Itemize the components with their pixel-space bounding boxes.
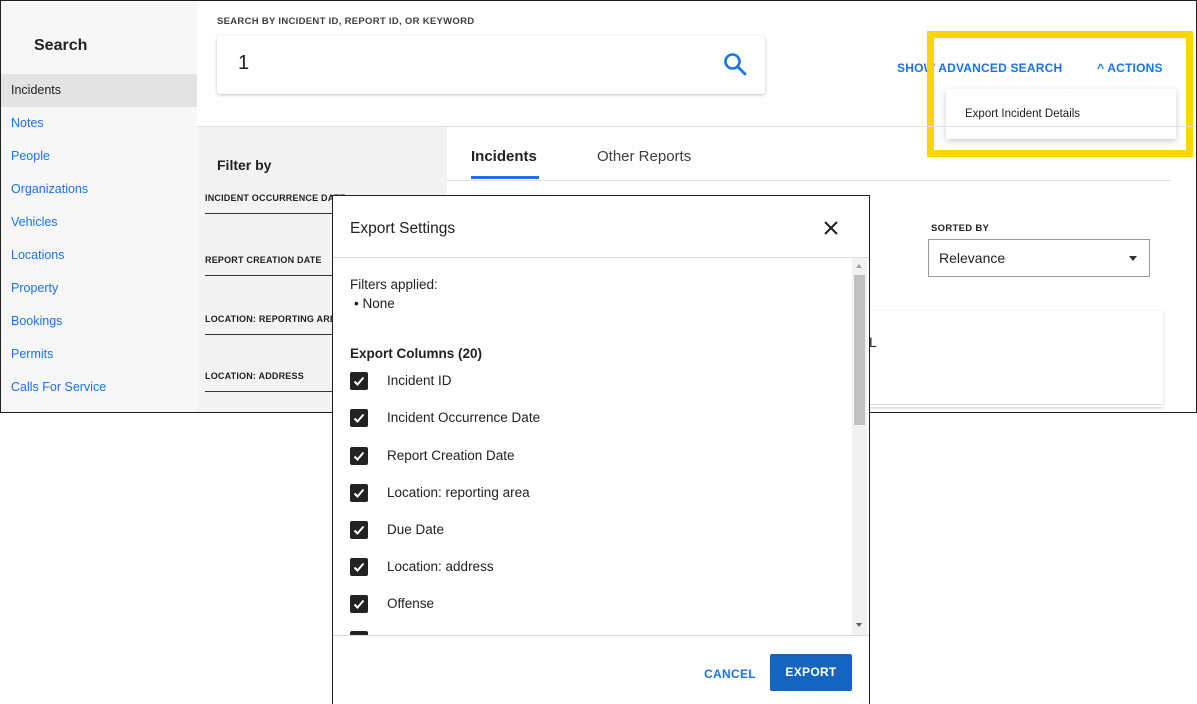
caret-down-icon — [1129, 256, 1137, 261]
search-icon[interactable] — [722, 51, 748, 77]
search-label: SEARCH BY INCIDENT ID, REPORT ID, OR KEY… — [217, 16, 475, 27]
dialog-scrollbar[interactable] — [852, 258, 867, 635]
filters-applied-value: • None — [354, 296, 395, 311]
result-card[interactable]: L — [856, 311, 1163, 407]
export-button[interactable]: EXPORT — [770, 654, 852, 691]
filter-incident-occurrence-date[interactable]: INCIDENT OCCURRENCE DATE — [205, 193, 346, 203]
checkbox-checked-icon[interactable] — [350, 558, 368, 576]
checkbox-checked-icon[interactable] — [350, 521, 368, 539]
close-icon[interactable] — [822, 219, 840, 237]
export-columns-label: Export Columns (20) — [350, 346, 483, 361]
result-card-text: L — [869, 334, 877, 350]
checkbox-checked-icon[interactable] — [350, 484, 368, 502]
filters-applied-label: Filters applied: — [350, 277, 438, 292]
checkbox-checked-icon[interactable] — [350, 447, 368, 465]
filter-divider — [205, 391, 335, 392]
tab-incidents[interactable]: Incidents — [471, 148, 537, 165]
scroll-down-icon[interactable] — [856, 623, 862, 627]
search-input-value[interactable]: 1 — [238, 52, 249, 75]
search-input[interactable]: 1 — [217, 36, 765, 94]
column-label: Incident Occurrence Date — [387, 410, 541, 425]
scrollbar-thumb[interactable] — [854, 275, 865, 425]
filter-report-creation-date[interactable]: REPORT CREATION DATE — [205, 255, 322, 265]
filter-divider — [205, 334, 335, 335]
sidebar-item-permits[interactable]: Permits — [1, 338, 197, 371]
filter-title: Filter by — [217, 157, 272, 173]
filter-location-address[interactable]: LOCATION: ADDRESS — [205, 371, 304, 381]
column-label: Offense — [387, 596, 435, 611]
sidebar-item-property[interactable]: Property — [1, 272, 197, 305]
column-label: Incident ID — [387, 373, 452, 388]
sidebar-item-incidents[interactable]: Incidents — [1, 74, 197, 107]
result-card-divider — [856, 404, 1163, 405]
dialog-body: Filters applied: • None Export Columns (… — [333, 258, 855, 635]
tab-other-reports[interactable]: Other Reports — [597, 148, 691, 165]
checkbox-checked-icon[interactable] — [350, 595, 368, 613]
dialog-title: Export Settings — [350, 220, 456, 237]
scroll-up-icon[interactable] — [856, 264, 862, 268]
column-label: Report Creation Date — [387, 448, 515, 463]
checkbox-checked-icon[interactable] — [350, 372, 368, 390]
filter-location-reporting-area[interactable]: LOCATION: REPORTING AREA — [205, 314, 343, 324]
column-label: Location: address — [387, 559, 494, 574]
sort-select-value: Relevance — [939, 250, 1006, 266]
tabs-divider — [447, 180, 1171, 181]
sidebar-item-notes[interactable]: Notes — [1, 107, 197, 140]
sorted-by-label: SORTED BY — [931, 223, 990, 234]
checkbox-checked-icon[interactable] — [350, 409, 368, 427]
export-settings-dialog: Export Settings Filters applied: • None … — [332, 195, 870, 704]
sidebar-item-bookings[interactable]: Bookings — [1, 305, 197, 338]
column-label: Due Date — [387, 522, 445, 537]
active-tab-indicator — [471, 176, 539, 179]
filter-divider — [205, 213, 335, 214]
column-label: Location: reporting area — [387, 485, 530, 500]
sidebar-item-calls-for-service[interactable]: Calls For Service — [1, 371, 197, 404]
dialog-footer-divider — [333, 635, 869, 636]
sidebar-item-locations[interactable]: Locations — [1, 239, 197, 272]
sidebar-item-organizations[interactable]: Organizations — [1, 173, 197, 206]
sidebar-item-vehicles[interactable]: Vehicles — [1, 206, 197, 239]
sidebar-item-people[interactable]: People — [1, 140, 197, 173]
sort-select[interactable]: Relevance — [928, 239, 1150, 277]
filter-divider — [205, 275, 335, 276]
sidebar-title: Search — [34, 37, 88, 54]
sidebar: Search Incidents Notes People Organizati… — [1, 1, 197, 412]
cancel-button[interactable]: CANCEL — [690, 659, 770, 689]
highlight-box — [927, 31, 1193, 157]
